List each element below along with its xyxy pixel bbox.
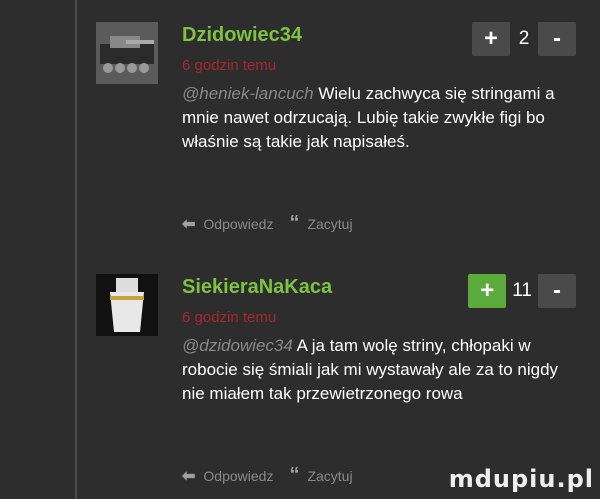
quote-label: Zacytuj xyxy=(307,215,353,232)
downvote-button[interactable]: - xyxy=(538,22,576,56)
reply-arrow-icon: ⬅ xyxy=(182,215,196,233)
quote-button[interactable]: “ Zacytuj xyxy=(289,464,352,487)
reply-button[interactable]: ⬅ Odpowiedz xyxy=(182,214,273,234)
mention-link[interactable]: @dzidowiec34 xyxy=(182,336,293,355)
comment-author[interactable]: Dzidowiec34 xyxy=(182,24,302,47)
thread-line xyxy=(75,0,77,499)
avatar[interactable] xyxy=(96,22,158,84)
comment-actions: ⬅ Odpowiedz “ Zacytuj xyxy=(182,464,369,487)
upvote-button[interactable]: + xyxy=(472,22,510,56)
reply-label: Odpowiedz xyxy=(203,467,274,484)
comment-actions: ⬅ Odpowiedz “ Zacytuj xyxy=(182,212,369,235)
comment-author[interactable]: SiekieraNaKaca xyxy=(182,276,332,299)
reply-button[interactable]: ⬅ Odpowiedz xyxy=(182,466,273,486)
comment-body: @heniek-lancuch Wielu zachwyca się strin… xyxy=(182,82,572,154)
quote-label: Zacytuj xyxy=(307,467,353,484)
reply-label: Odpowiedz xyxy=(203,215,274,232)
vote-controls: + 11 - xyxy=(468,274,576,308)
reply-arrow-icon: ⬅ xyxy=(182,467,196,485)
comment-time: 6 godzin temu xyxy=(182,309,277,326)
watermark-logo: mdupiu.pl xyxy=(448,465,594,493)
downvote-button[interactable]: - xyxy=(538,274,576,308)
vote-controls: + 2 - xyxy=(472,22,576,56)
quote-marks-icon: “ xyxy=(289,212,300,234)
upvote-button[interactable]: + xyxy=(468,274,507,308)
comment: SiekieraNaKaca 6 godzin temu + 11 - @dzi… xyxy=(96,274,576,494)
quote-marks-icon: “ xyxy=(289,464,300,486)
comment-body: @dzidowiec34 A ja tam wolę striny, chłop… xyxy=(182,334,572,406)
vote-count: 2 xyxy=(518,28,530,49)
vote-count: 11 xyxy=(512,280,532,301)
comment: Dzidowiec34 6 godzin temu + 2 - @heniek-… xyxy=(96,22,576,242)
quote-button[interactable]: “ Zacytuj xyxy=(289,212,352,235)
avatar[interactable] xyxy=(96,274,158,336)
mention-link[interactable]: @heniek-lancuch xyxy=(182,84,314,103)
comment-time: 6 godzin temu xyxy=(182,57,277,74)
